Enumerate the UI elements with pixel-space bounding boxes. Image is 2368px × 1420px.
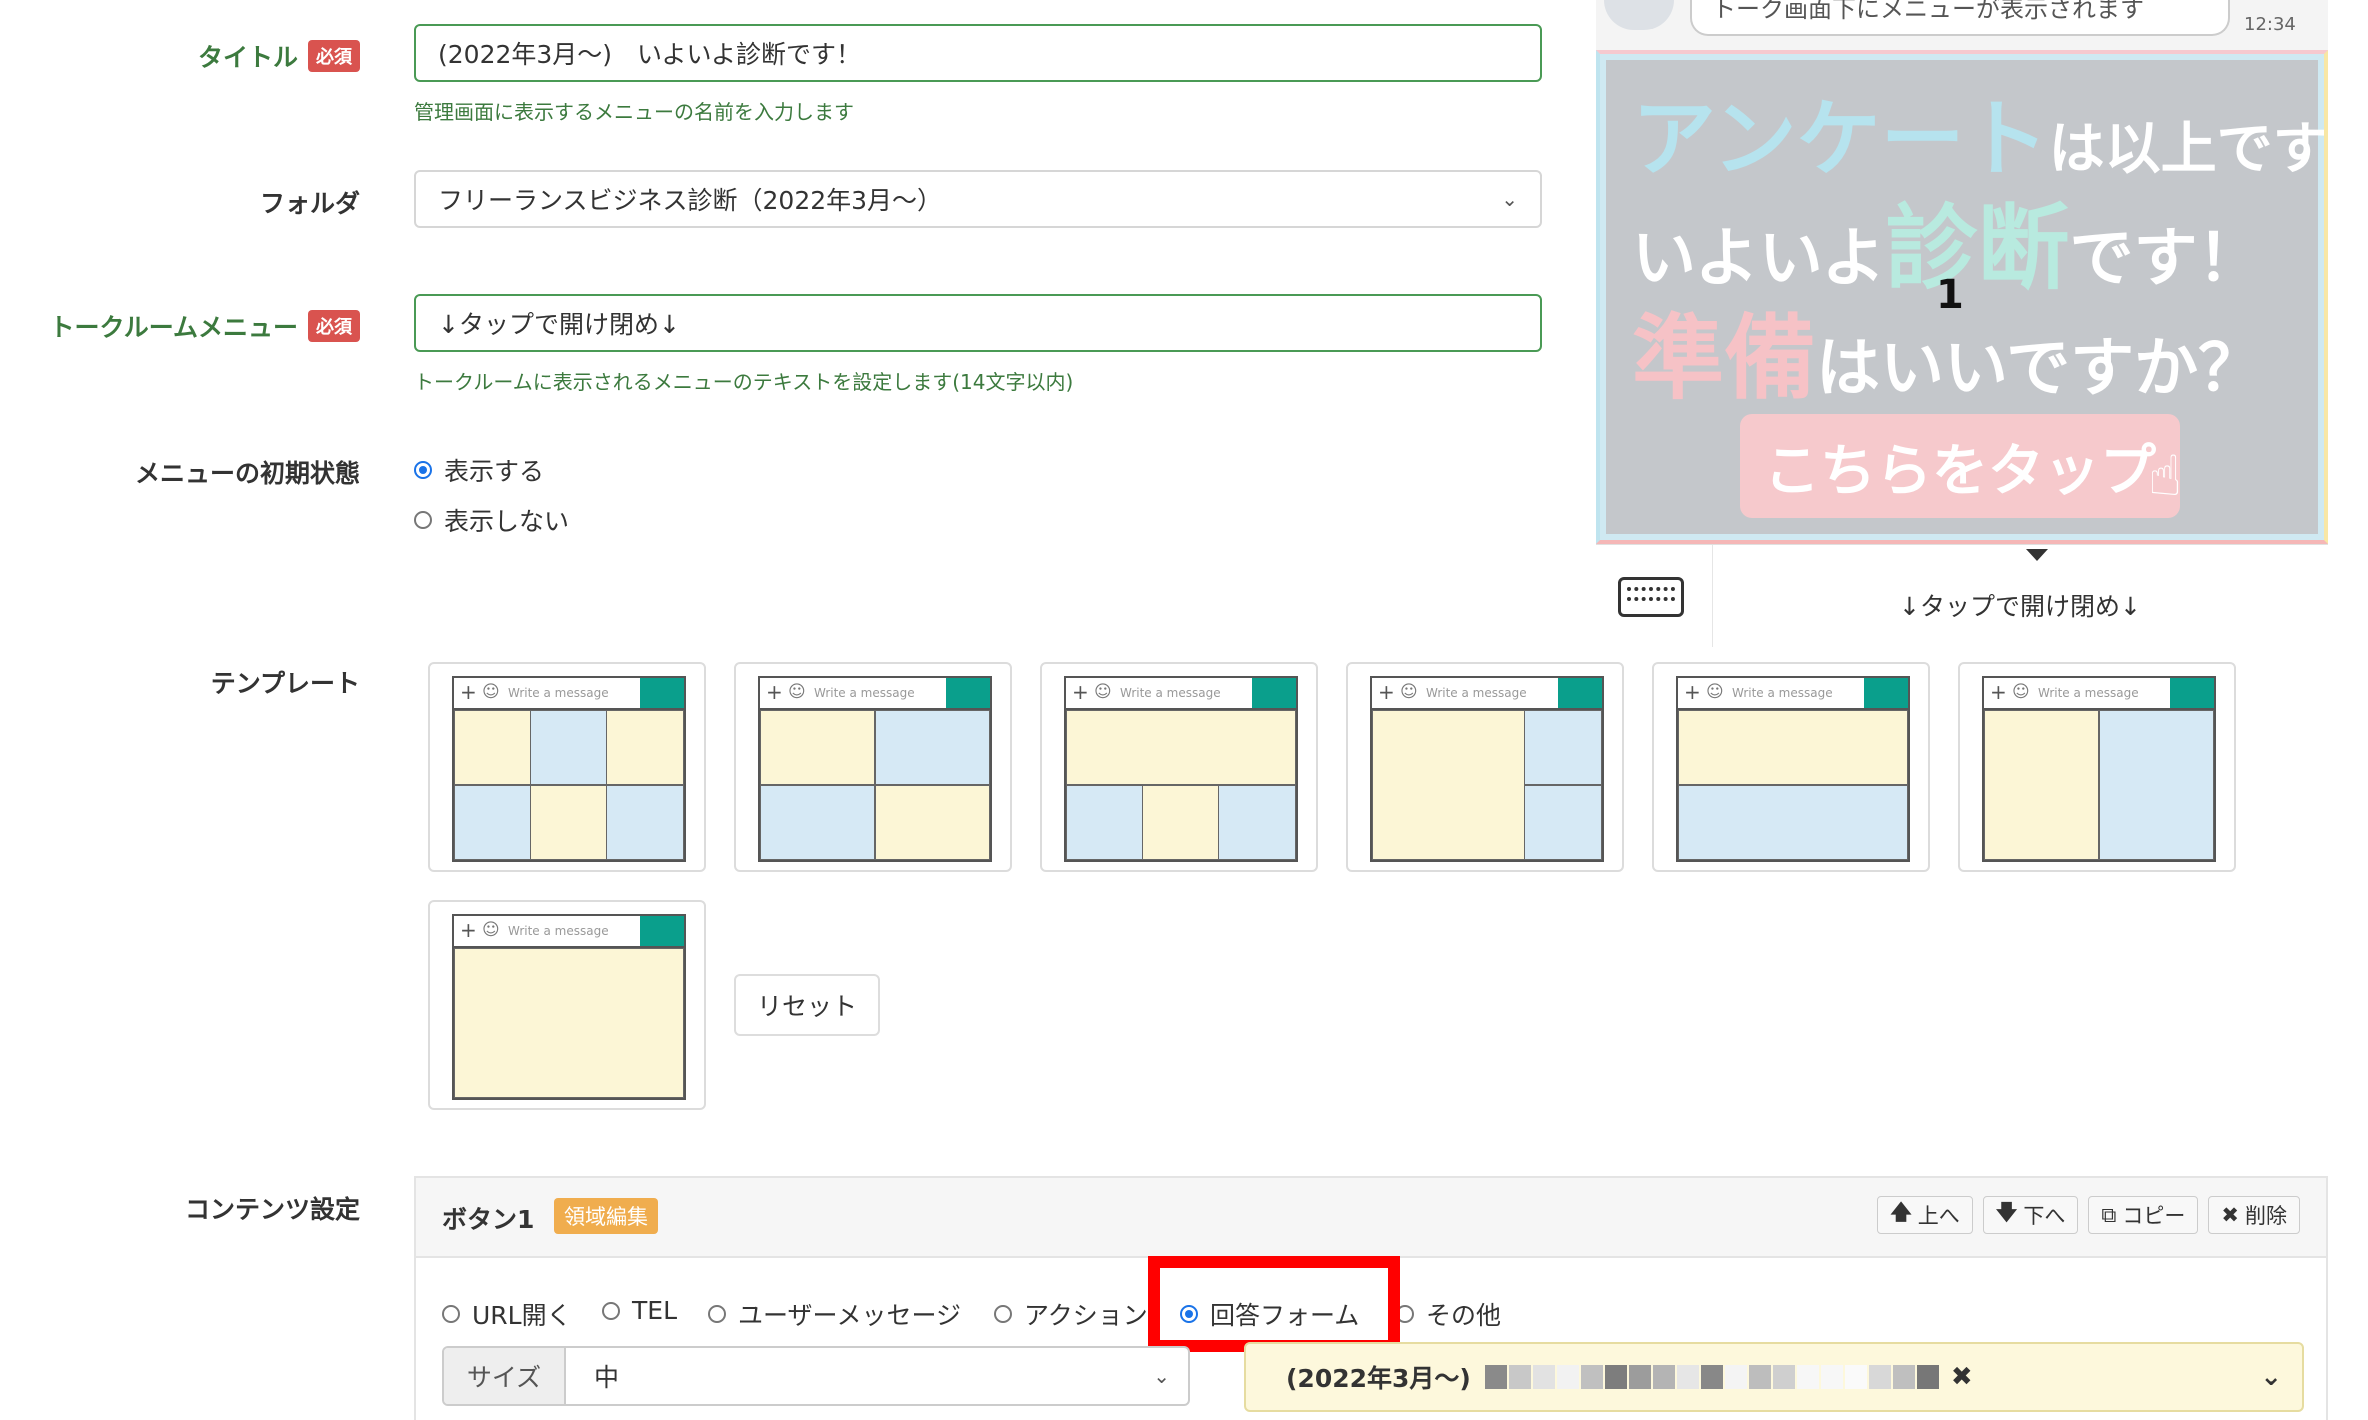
initial-state-label: メニューの初期状態 [134, 459, 360, 488]
chevron-down-icon: ⌄ [1501, 187, 1518, 211]
radio-icon[interactable] [414, 511, 432, 529]
reset-button[interactable]: リセット [734, 974, 880, 1036]
template-option-1[interactable]: + ☺ Write a message [428, 662, 706, 872]
template-option-6[interactable]: + ☺ Write a message [1958, 662, 2236, 872]
button-panel-title: ボタン1 [442, 1205, 535, 1234]
button-panel-header: ボタン1 領域編集 🡅 上へ 🡇 下へ ⧉ コピー ✖ 削除 [416, 1178, 2326, 1258]
action-type-user-message[interactable]: ユーザーメッセージ [708, 1296, 961, 1332]
radio-icon[interactable] [602, 1301, 620, 1320]
delete-button[interactable]: ✖ 削除 [2208, 1196, 2300, 1234]
copy-icon: ⧉ [2101, 1202, 2117, 1227]
radio-icon[interactable] [442, 1305, 460, 1323]
action-type-action[interactable]: アクション [994, 1296, 1148, 1332]
move-up-button[interactable]: 🡅 上へ [1877, 1196, 1973, 1234]
hand-pointer-icon: ☝ [2148, 444, 2183, 509]
chevron-down-icon[interactable]: ⌄ [2260, 1362, 2282, 1392]
folder-label: フォルダ [259, 189, 360, 218]
caret-down-icon [2026, 549, 2048, 561]
radio-icon[interactable] [708, 1305, 726, 1323]
title-help: 管理画面に表示するメニューの名前を入力します [414, 100, 854, 124]
initial-state-show[interactable]: 表示する [414, 452, 544, 488]
preview-menu-bar: ↓タップで開け閉め↓ [1596, 544, 2328, 647]
action-type-tel[interactable]: TEL [602, 1296, 677, 1325]
copy-button[interactable]: ⧉ コピー [2088, 1196, 2199, 1234]
size-select[interactable]: サイズ 中 ⌄ [442, 1346, 1190, 1406]
required-badge: 必須 [308, 40, 360, 72]
close-icon: ✖ [2221, 1203, 2239, 1227]
keyboard-icon [1618, 577, 1684, 617]
redacted-text [1484, 1365, 1941, 1389]
move-down-button[interactable]: 🡇 下へ [1982, 1196, 2079, 1234]
smile-icon: ☺ [2012, 682, 2030, 702]
area-edit-badge[interactable]: 領域編集 [554, 1198, 658, 1234]
answer-form-select[interactable]: (2022年3月〜) ✖ ⌄ [1244, 1342, 2304, 1412]
panel-actions: 🡅 上へ 🡇 下へ ⧉ コピー ✖ 削除 [1877, 1196, 2300, 1234]
avatar [1604, 0, 1674, 30]
rich-menu-image[interactable]: アンケートは以上です。 いよいよ診断です！ 1 準備はいいですか？ こちらをタッ… [1596, 50, 2328, 544]
banner-line-3: 準備はいいですか？ [1632, 305, 2263, 412]
menu-text-help: トークルームに表示されるメニューのテキストを設定します(14文字以内) [414, 370, 1074, 394]
content-settings-label: コンテンツ設定 [184, 1195, 360, 1224]
template-label: テンプレート [210, 669, 360, 698]
template-option-7[interactable]: + ☺ Write a message [428, 900, 706, 1110]
chevron-down-icon: ⌄ [1153, 1364, 1170, 1388]
menu-text-label: トークルームメニュー 必須 [49, 308, 360, 344]
banner-cta-button: こちらをタップ [1740, 414, 2180, 518]
talk-bubble: トーク画面下にメニューが表示されます [1690, 0, 2230, 36]
template-option-2[interactable]: + ☺ Write a message [734, 662, 1012, 872]
smile-icon: ☺ [1400, 682, 1418, 702]
preview-panel: トーク画面下にメニューが表示されます 12:34 アンケートは以上です。 いよい… [1596, 0, 2328, 647]
radio-icon[interactable] [414, 461, 432, 479]
smile-icon: ☺ [1094, 682, 1112, 702]
smile-icon: ☺ [1706, 682, 1724, 702]
smile-icon: ☺ [482, 920, 500, 940]
required-badge: 必須 [308, 310, 360, 342]
title-input[interactable]: (2022年3月〜) いよいよ診断です！ [414, 24, 1542, 82]
template-option-3[interactable]: + ☺ Write a message [1040, 662, 1318, 872]
arrow-down-icon: 🡇 [1995, 1199, 2018, 1224]
highlight-box [1148, 1256, 1400, 1352]
menu-text-input[interactable]: ↓タップで開け閉め↓ [414, 294, 1542, 352]
smile-icon: ☺ [482, 682, 500, 702]
preview-menu-text: ↓タップで開け閉め↓ [1899, 592, 2141, 621]
arrow-up-icon: 🡅 [1890, 1199, 1912, 1224]
initial-state-hide[interactable]: 表示しない [414, 502, 569, 538]
radio-icon[interactable] [994, 1305, 1012, 1323]
button-panel: ボタン1 領域編集 🡅 上へ 🡇 下へ ⧉ コピー ✖ 削除 URL開く TEL ユーザ… [414, 1176, 2328, 1420]
template-option-4[interactable]: + ☺ Write a message [1346, 662, 1624, 872]
size-label: サイズ [444, 1348, 566, 1404]
action-type-url[interactable]: URL開く [442, 1296, 572, 1332]
clear-icon[interactable]: ✖ [1951, 1362, 1973, 1392]
action-type-other[interactable]: その他 [1396, 1296, 1501, 1332]
folder-select[interactable]: フリーランスビジネス診断（2022年3月〜） ⌄ [414, 170, 1542, 228]
template-option-5[interactable]: + ☺ Write a message [1652, 662, 1930, 872]
smile-icon: ☺ [788, 682, 806, 702]
title-label: タイトル 必須 [198, 38, 360, 74]
message-time: 12:34 [2244, 14, 2296, 35]
